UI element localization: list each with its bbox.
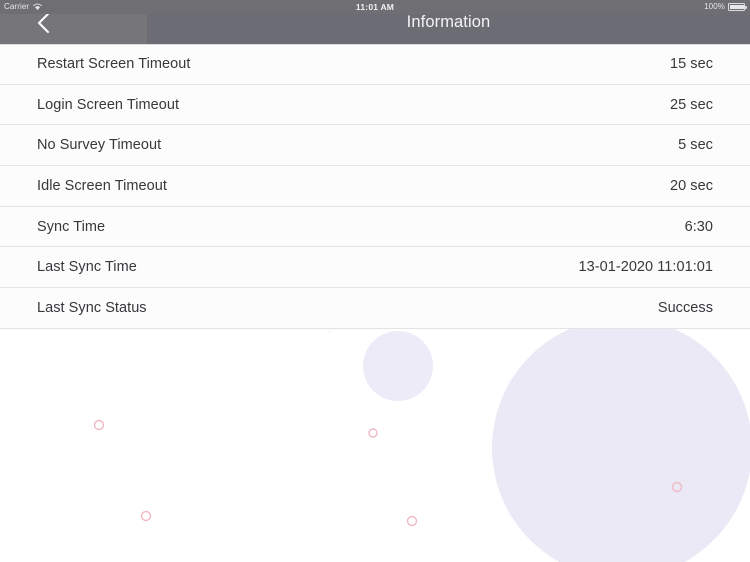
table-row[interactable]: No Survey Timeout 5 sec [0,125,750,167]
table-row[interactable]: Idle Screen Timeout 20 sec [0,166,750,207]
deco-ring-pink-1 [93,419,105,431]
table-row[interactable]: Last Sync Status Success [0,288,750,329]
row-label: Idle Screen Timeout [37,177,167,194]
row-label: No Survey Timeout [37,137,162,154]
row-value: 15 sec [669,56,713,73]
app-screen: Restart Screen Timeout 15 sec Login Scre… [0,0,750,562]
deco-ring-pink-4 [406,515,418,527]
row-value: 5 sec [678,137,713,154]
deco-ring-pink-2 [368,428,378,438]
deco-circle-large [492,318,750,562]
row-value: 20 sec [669,177,713,194]
row-value: 6:30 [684,218,713,235]
row-label: Sync Time [37,218,106,235]
status-bar-clock: 11:01 AM [355,2,395,12]
row-label: Last Sync Time [37,259,137,276]
table-row[interactable]: Sync Time 6:30 [0,206,750,248]
row-label: Login Screen Timeout [37,96,180,113]
row-value: 13-01-2020 11:01:01 [578,259,713,276]
table-row[interactable]: Login Screen Timeout 25 sec [0,84,750,126]
status-bar: Carrier 11:01 AM 100% [0,0,750,14]
row-value: 25 sec [669,96,713,113]
status-bar-center: 11:01 AM [0,0,750,14]
battery-full-icon [728,3,747,11]
table-row[interactable]: Restart Screen Timeout 15 sec [0,44,750,85]
chevron-left-icon [36,11,52,35]
status-bar-right: 100% [704,0,747,14]
deco-circle-medium [363,331,433,401]
battery-percent-label: 100% [704,2,725,11]
row-label: Restart Screen Timeout [37,56,191,73]
deco-ring-pink-3 [140,510,152,522]
information-table: Restart Screen Timeout 15 sec Login Scre… [0,44,750,329]
row-label: Last Sync Status [37,299,147,316]
table-row[interactable]: Last Sync Time 13-01-2020 11:01:01 [0,247,750,289]
row-value: Success [657,299,713,316]
